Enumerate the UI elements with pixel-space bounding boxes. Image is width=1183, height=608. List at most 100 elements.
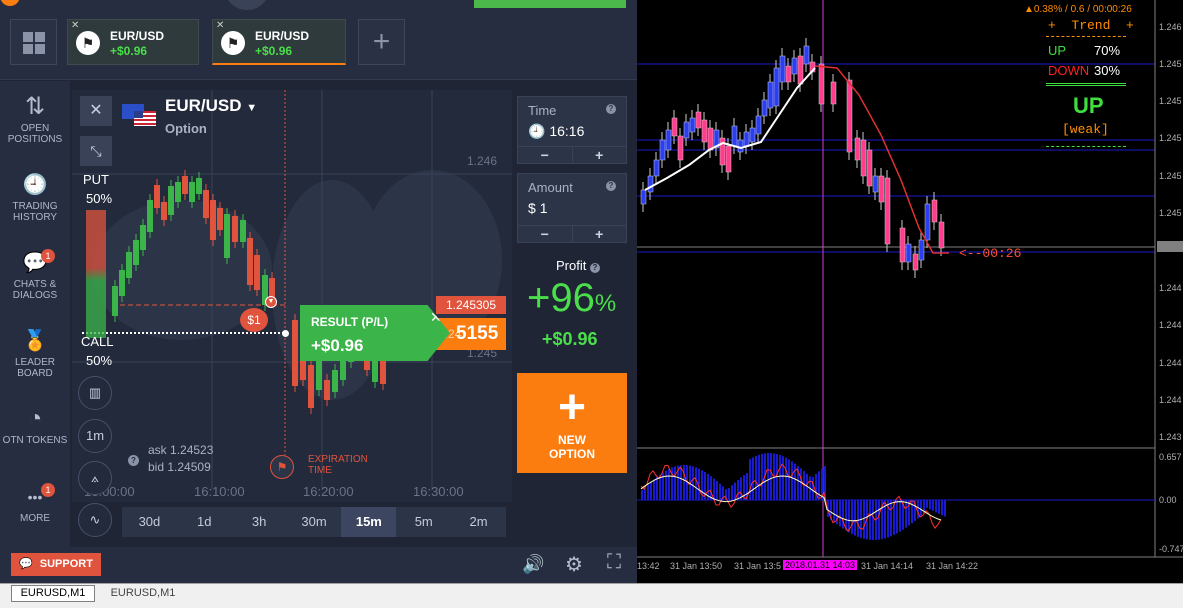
timeframe-option[interactable]: 30d xyxy=(122,507,177,537)
mt-osc-bar xyxy=(938,500,940,514)
sidebar-item-otn-tokens[interactable]: ◔ OTN TOKENS xyxy=(0,405,70,446)
amount-minus-button[interactable]: − xyxy=(518,226,573,242)
timeframe-option[interactable]: 2m xyxy=(451,507,506,537)
help-icon[interactable]: ? xyxy=(128,455,139,466)
mt-candle xyxy=(912,253,919,271)
amount-value: 1 xyxy=(539,200,548,216)
mt-osc-bar xyxy=(665,470,667,500)
mt-down-pct: 30% xyxy=(1094,63,1121,78)
indicators-button[interactable]: ∿ xyxy=(78,503,112,537)
time-minus-button[interactable]: − xyxy=(518,147,573,163)
chart-type-button[interactable]: ▥ xyxy=(78,376,112,410)
add-tab-button[interactable]: + xyxy=(358,19,405,65)
collapse-chart-button[interactable]: ⤡ xyxy=(80,136,112,166)
profit-value: +$0.96 xyxy=(542,329,598,349)
mt-time-label: 31 Jan 13:5 xyxy=(734,561,782,571)
timeframe-option[interactable]: 1d xyxy=(177,507,232,537)
sidebar-item-label: TRADING HISTORY xyxy=(12,201,58,223)
price-chart-area[interactable]: ✕ ⤡ EUR/USD ▼ Option PUT 50% CALL 50% 1.… xyxy=(72,90,512,502)
time-tick-label: 16:20:00 xyxy=(303,484,354,499)
metatrader-chart-window[interactable]: ▲0.38% / 0.6 / 00:00:26 + Trend + UP 70%… xyxy=(637,0,1183,583)
timeframe-option[interactable]: 5m xyxy=(396,507,451,537)
chart-candle xyxy=(232,216,238,242)
chart-tab[interactable]: EURUSD,M1 xyxy=(103,586,183,602)
top-partial-deposit-button[interactable] xyxy=(474,0,626,8)
chevron-down-icon: ▼ xyxy=(265,296,277,308)
sidebar-item-more[interactable]: ••• 1 MORE xyxy=(0,483,70,524)
timeframe-option[interactable]: 30m xyxy=(287,507,342,537)
bid-value: 1.24509 xyxy=(167,460,211,474)
help-icon[interactable]: ? xyxy=(606,104,616,114)
plus-icon: + xyxy=(372,25,391,58)
asset-tab-2[interactable]: ✕ ⚑ EUR/USD +$0.96 xyxy=(212,19,346,65)
assets-grid-button[interactable] xyxy=(10,19,57,65)
expiration-label-line: EXPIRATION xyxy=(308,454,368,465)
mt-candle xyxy=(689,117,696,133)
time-label: Time xyxy=(528,103,557,118)
timeframe-option[interactable]: 3h xyxy=(232,507,287,537)
asset-tab-1[interactable]: ✕ ⚑ EUR/USD +$0.96 xyxy=(67,19,199,65)
support-button[interactable]: 💬 SUPPORT xyxy=(11,553,101,576)
gear-icon[interactable]: ⚙ xyxy=(565,552,583,577)
sidebar-item-open-positions[interactable]: ⇅ OPEN POSITIONS xyxy=(0,93,70,145)
mt-time-label: 31 Jan 14:22 xyxy=(926,561,979,571)
mt-price-current-box xyxy=(1157,241,1183,252)
mt-osc-bar xyxy=(656,476,658,500)
timeframe-button[interactable]: 1m xyxy=(78,419,112,453)
top-partial-avatar xyxy=(224,0,270,10)
mt-price-label: 1.244 xyxy=(1159,320,1182,330)
mt-candle xyxy=(653,159,660,177)
chart-tab-active[interactable]: EURUSD,M1 xyxy=(11,585,95,602)
close-tab-icon[interactable]: ✕ xyxy=(71,20,79,31)
close-tab-icon[interactable]: ✕ xyxy=(216,20,224,31)
chart-candle xyxy=(175,182,181,202)
notification-badge: 1 xyxy=(41,249,55,263)
clock-icon: 🕘 xyxy=(528,123,546,139)
mt-trend-divider xyxy=(1046,36,1126,37)
help-icon[interactable]: ? xyxy=(589,263,600,273)
chart-candle xyxy=(217,208,223,230)
mt-candle xyxy=(779,55,786,83)
fullscreen-icon[interactable]: ⛶ xyxy=(607,551,621,574)
mt-candle xyxy=(931,199,938,223)
more-icon: ••• xyxy=(27,489,43,505)
mt-osc-bar xyxy=(674,466,676,500)
asset-selector[interactable]: EUR/USD ▼ xyxy=(165,96,257,116)
chart-candle xyxy=(147,200,153,232)
mt-osc-label: 0.657 xyxy=(1159,452,1182,462)
help-icon[interactable]: ? xyxy=(606,181,616,191)
time-plus-button[interactable]: + xyxy=(573,147,627,163)
mt-candle xyxy=(924,203,931,241)
mt-candle xyxy=(731,125,738,147)
bid-price: bid 1.24509 xyxy=(148,460,211,474)
drawing-tools-button[interactable]: ⟑ xyxy=(78,461,112,495)
bet-marker[interactable]: $1 xyxy=(240,308,268,332)
mt-osc-bar xyxy=(695,467,697,500)
mt-candle xyxy=(755,115,762,135)
chart-candle xyxy=(154,185,160,208)
mt-candle xyxy=(719,137,726,166)
mt-osc-bar xyxy=(899,500,901,532)
sidebar-item-chats[interactable]: 💬 1 CHATS & DIALOGS xyxy=(0,249,70,301)
sidebar-item-trading-history[interactable]: 🕘 TRADING HISTORY xyxy=(0,171,70,223)
timeframe-option-active[interactable]: 15m xyxy=(341,507,397,537)
mt-candle xyxy=(677,135,684,161)
close-icon: ✕ xyxy=(89,102,103,119)
sidebar-item-leaderboard[interactable]: 🏅 LEADER BOARD xyxy=(0,327,70,379)
amount-plus-button[interactable]: + xyxy=(573,226,627,242)
amount-input[interactable]: $ 1 xyxy=(528,200,547,216)
mt-price-label: 1.244 xyxy=(1159,395,1182,405)
result-popup[interactable]: RESULT (P/L) +$0.96 ✕ xyxy=(300,305,450,361)
metatrader-svg xyxy=(637,0,1183,558)
mt-time-label: 31 Jan 13:50 xyxy=(670,561,723,571)
new-option-button[interactable]: + NEW OPTION xyxy=(517,373,627,473)
sound-icon[interactable]: 🔊 xyxy=(522,554,544,575)
mt-osc-bar xyxy=(782,456,784,500)
tab-profit: +$0.96 xyxy=(255,44,293,58)
mt-price-label: 1.245 xyxy=(1159,133,1182,143)
leaderboard-icon: 🏅 xyxy=(22,330,48,352)
time-value[interactable]: 🕘 16:16 xyxy=(528,123,584,140)
sidebar-item-label: OPEN POSITIONS xyxy=(7,123,63,145)
close-chart-button[interactable]: ✕ xyxy=(80,96,112,126)
mt-osc-bar xyxy=(716,481,718,500)
